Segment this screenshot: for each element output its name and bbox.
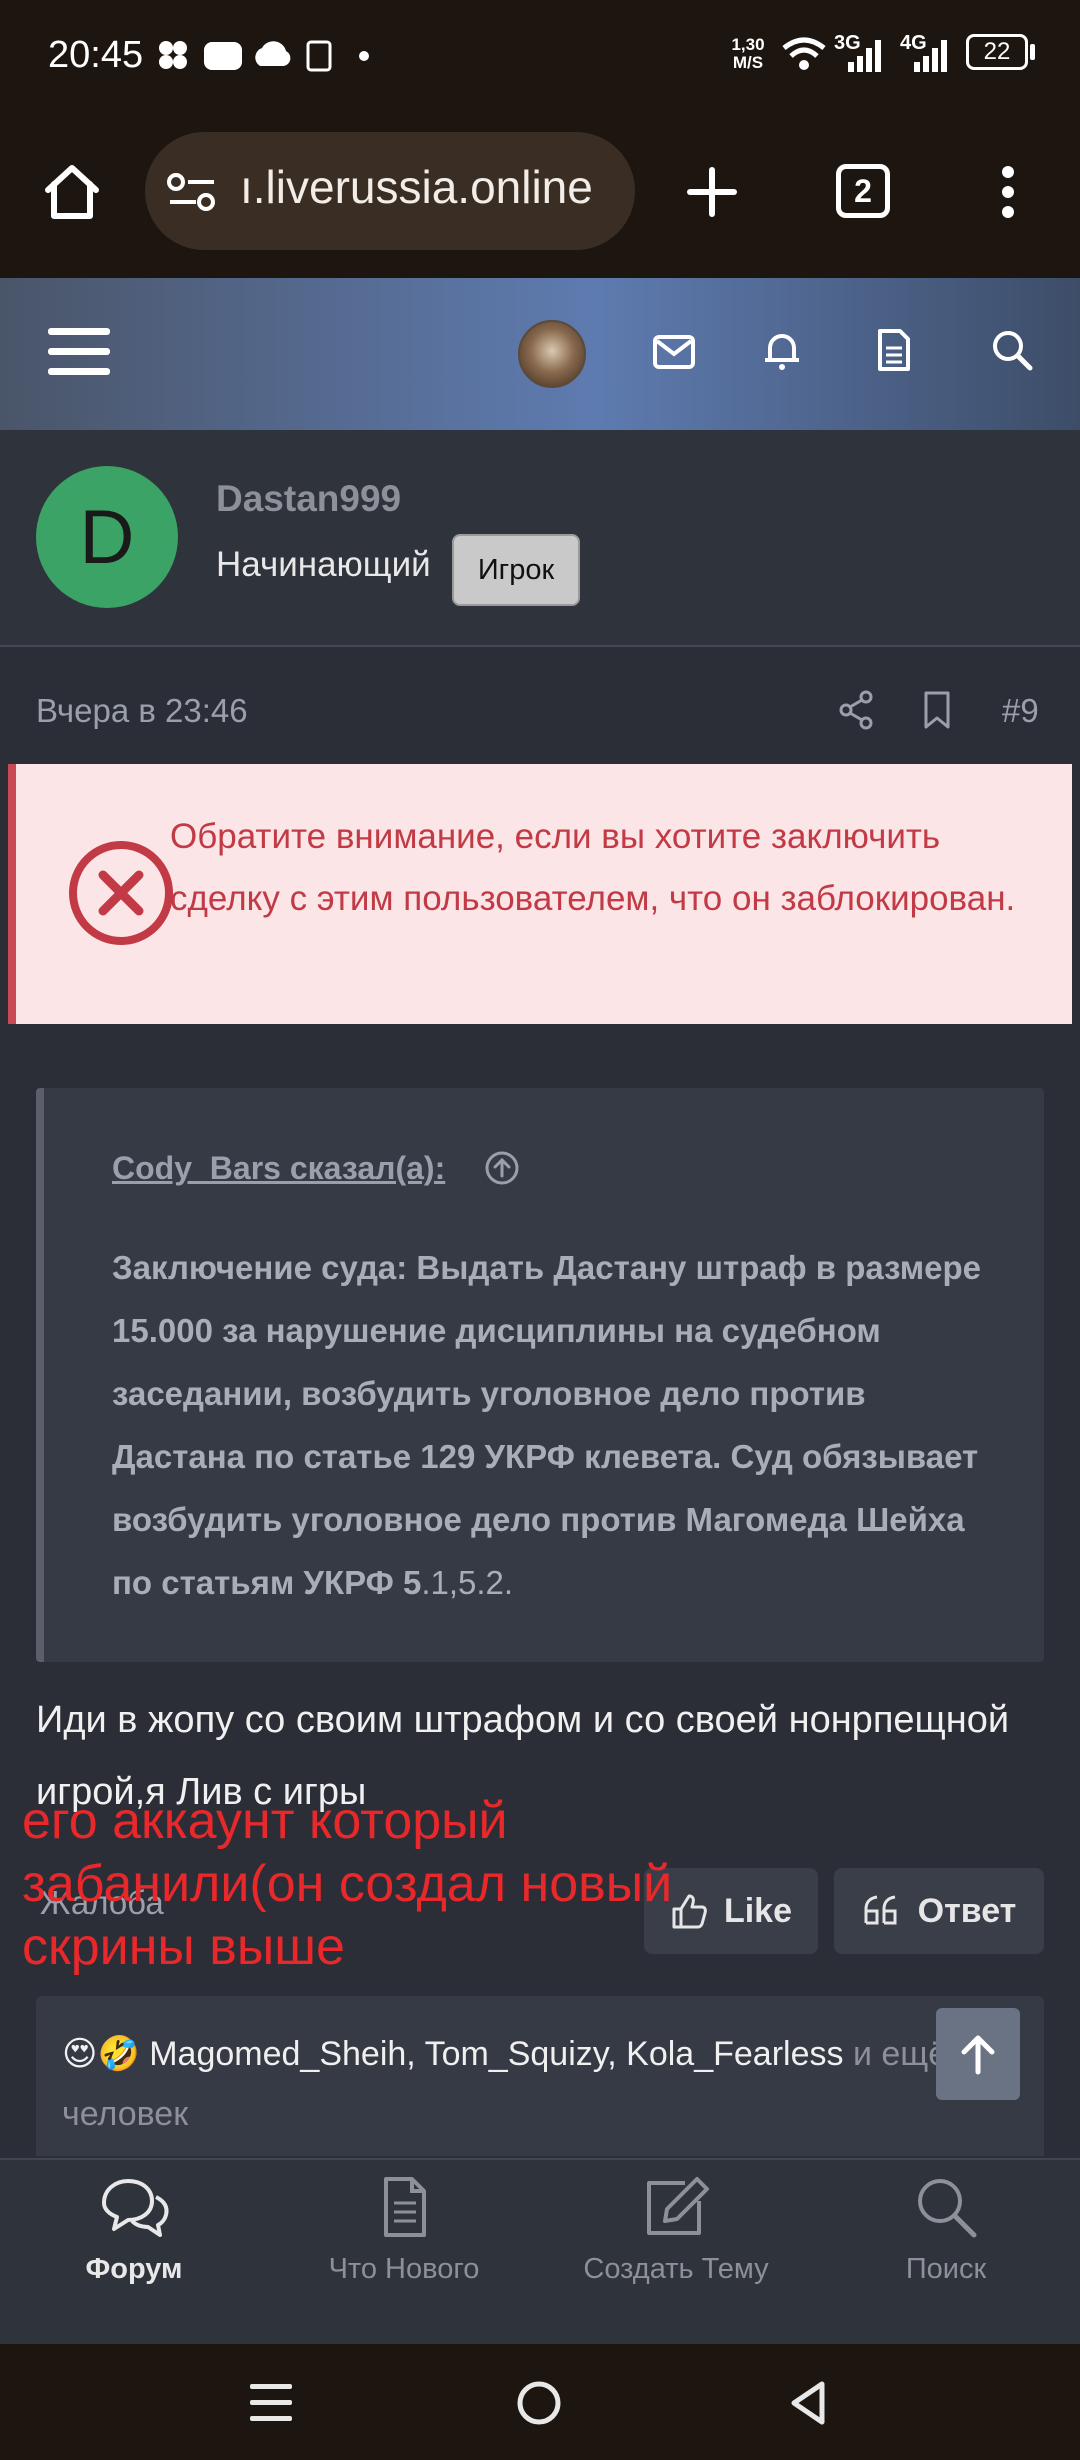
forum-chat-icon — [102, 2179, 169, 2237]
search-icon — [918, 2179, 977, 2238]
author-title: Начинающий — [216, 545, 431, 584]
net-speed: 1,30 M/S — [731, 35, 765, 72]
post-timestamp[interactable]: Вчера в 23:46 — [36, 692, 248, 730]
reaction-user-link[interactable]: Kola_Fearless — [626, 2035, 843, 2073]
battery-level: 22 — [983, 38, 1011, 65]
scroll-to-top-button[interactable] — [936, 2008, 1020, 2100]
mail-icon[interactable] — [652, 332, 696, 372]
warning-text: Обратите внимание, если вы хотите заключ… — [170, 817, 1016, 918]
document-icon — [384, 2177, 426, 2237]
tab-count: 2 — [854, 172, 872, 209]
author-username[interactable]: Dastan999 — [216, 478, 401, 520]
quote-reply-icon — [864, 1895, 897, 1925]
author-avatar[interactable]: D — [36, 466, 178, 608]
reaction-emojis: 😍🤣 — [62, 2035, 140, 2073]
reaction-separator: , — [406, 2035, 425, 2073]
reply-button[interactable]: Ответ — [834, 1868, 1044, 1954]
arrow-up-icon — [961, 2035, 995, 2075]
battery-icon: 22 — [966, 34, 1028, 70]
like-label: Like — [723, 1891, 793, 1930]
tab-switcher-button[interactable]: 2 — [836, 164, 890, 218]
nav-item-search[interactable]: Поиск — [826, 2175, 1066, 2335]
site-settings-icon[interactable] — [166, 170, 218, 214]
edit-icon — [647, 2177, 709, 2235]
quote-author-link[interactable]: Cody_Bars сказал(а): — [112, 1150, 445, 1187]
quote-author[interactable]: Cody_Bars сказал(а): — [112, 1150, 445, 1186]
reaction-user-link[interactable]: Tom_Squizy — [425, 2035, 608, 2073]
reply-label: Ответ — [917, 1891, 1017, 1930]
battery-tip — [1030, 44, 1035, 60]
user-avatar[interactable] — [518, 320, 586, 388]
nav-item-forum[interactable]: Форум — [14, 2175, 254, 2335]
quote-text-main: Заключение суда: Выдать Дастану штраф в … — [112, 1249, 981, 1601]
reactions-list: 😍🤣 Magomed_Sheih, Tom_Squizy, Kola_Fearl… — [62, 2024, 1022, 2144]
recent-apps-icon[interactable] — [250, 2380, 292, 2424]
post-number[interactable]: #9 — [1002, 692, 1039, 730]
back-triangle-icon[interactable] — [788, 2380, 828, 2426]
home-circle-icon[interactable] — [516, 2380, 562, 2426]
wifi-icon — [782, 37, 826, 70]
bookmark-icon[interactable] — [922, 690, 952, 730]
nav-label-whats-new: Что Нового — [328, 2253, 480, 2285]
search-icon[interactable] — [990, 328, 1034, 372]
user-group-badge: Игрок — [452, 534, 580, 606]
share-icon[interactable] — [838, 690, 874, 730]
error-circle-icon — [69, 841, 173, 945]
overlay-annotation: его аккаунт который забанили(он создал н… — [22, 1792, 673, 1976]
quote-text-tail: .1,5.2. — [421, 1564, 514, 1601]
reaction-user-link[interactable]: Magomed_Sheih — [149, 2035, 406, 2073]
reaction-separator: , — [607, 2035, 627, 2073]
status-bar: 20:45 1,30 M/S 3G 4G 22 — [0, 0, 1080, 110]
nav-label-create-thread: Создать Тему — [583, 2253, 769, 2285]
nav-label-search: Поиск — [905, 2253, 987, 2285]
url-text[interactable]: ı.liverussia.online — [240, 160, 620, 214]
go-to-quote-icon[interactable] — [484, 1150, 520, 1186]
home-icon[interactable] — [40, 162, 104, 222]
quote-text: Заключение суда: Выдать Дастану штраф в … — [112, 1236, 992, 1614]
bell-icon[interactable] — [762, 328, 802, 372]
hamburger-menu-icon[interactable] — [48, 326, 110, 378]
avatar-letter: D — [79, 494, 135, 580]
whats-new-icon[interactable] — [876, 328, 912, 372]
new-tab-icon[interactable] — [686, 166, 738, 218]
notification-icons — [159, 40, 369, 72]
more-menu-icon[interactable] — [996, 162, 1020, 222]
nav-label-forum: Форум — [85, 2253, 183, 2285]
nav-item-create-thread[interactable]: Создать Тему — [556, 2175, 796, 2335]
signal-icon-sim1 — [848, 40, 881, 72]
status-time: 20:45 — [48, 34, 144, 76]
nav-item-whats-new[interactable]: Что Нового — [284, 2175, 524, 2335]
signal-icon-sim2 — [914, 40, 947, 72]
